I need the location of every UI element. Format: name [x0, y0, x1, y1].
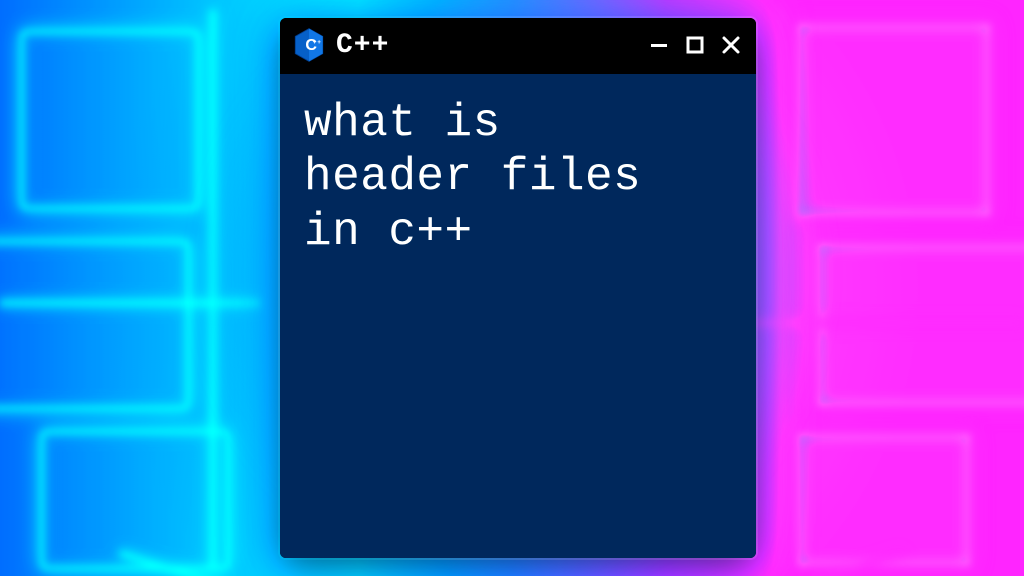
content-text: what is header files in c++ [304, 96, 732, 259]
content-area: what is header files in c++ [280, 74, 756, 558]
maximize-icon [685, 35, 705, 55]
stage: C + + C++ [0, 0, 1024, 576]
minimize-button[interactable] [648, 34, 670, 56]
cpp-icon: C + + [294, 28, 324, 62]
window-controls [648, 34, 742, 56]
svg-text:+: + [317, 40, 321, 46]
title-left: C + + C++ [294, 28, 389, 62]
app-window: C + + C++ [280, 18, 756, 558]
window-title: C++ [336, 30, 389, 61]
maximize-button[interactable] [684, 34, 706, 56]
close-icon [721, 35, 741, 55]
svg-text:+: + [313, 40, 317, 46]
close-button[interactable] [720, 34, 742, 56]
titlebar[interactable]: C + + C++ [280, 18, 756, 74]
minimize-icon [649, 35, 669, 55]
